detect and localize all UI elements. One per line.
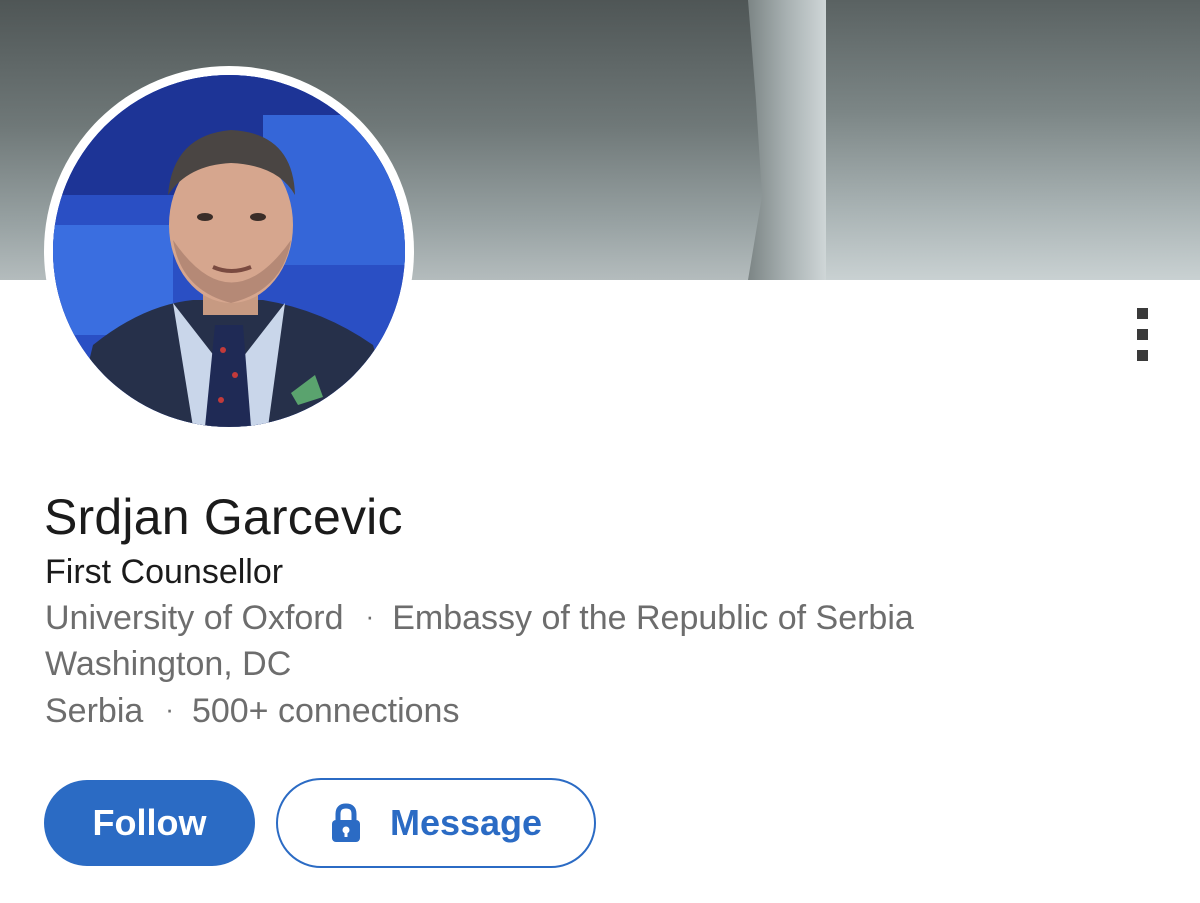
profile-affiliations: University of Oxford · Embassy of the Repu…: [45, 599, 914, 638]
company-link[interactable]: Embassy of the Republic of Serbia: [392, 599, 914, 637]
more-options-button[interactable]: [1128, 300, 1158, 370]
profile-avatar[interactable]: [44, 66, 414, 436]
connections-link[interactable]: 500+ connections: [192, 692, 459, 730]
cover-panel: [826, 0, 1200, 280]
message-label: Message: [389, 802, 543, 843]
company-location: Washington, DC: [45, 645, 292, 683]
profile-location-line: Serbia · 500+ connections: [45, 692, 459, 731]
separator-dot: ·: [165, 694, 174, 724]
message-button[interactable]: Message: [276, 778, 596, 868]
vertical-ellipsis-icon: [1137, 308, 1148, 319]
lock-icon: [331, 803, 360, 842]
follow-button[interactable]: Follow: [44, 780, 255, 866]
profile-page: Srdjan Garcevic First Counsellor Univers…: [0, 0, 1200, 903]
vertical-ellipsis-icon-dot: [1137, 329, 1148, 340]
profile-location: Serbia: [45, 692, 144, 730]
vertical-ellipsis-icon-dot: [1137, 350, 1148, 361]
profile-photo: [53, 75, 405, 427]
education-link[interactable]: University of Oxford: [45, 599, 344, 637]
cover-edge: [748, 0, 826, 280]
profile-name: Srdjan Garcevic: [44, 489, 403, 545]
profile-headline: First Counsellor: [45, 553, 284, 591]
separator-dot: ·: [365, 601, 375, 631]
